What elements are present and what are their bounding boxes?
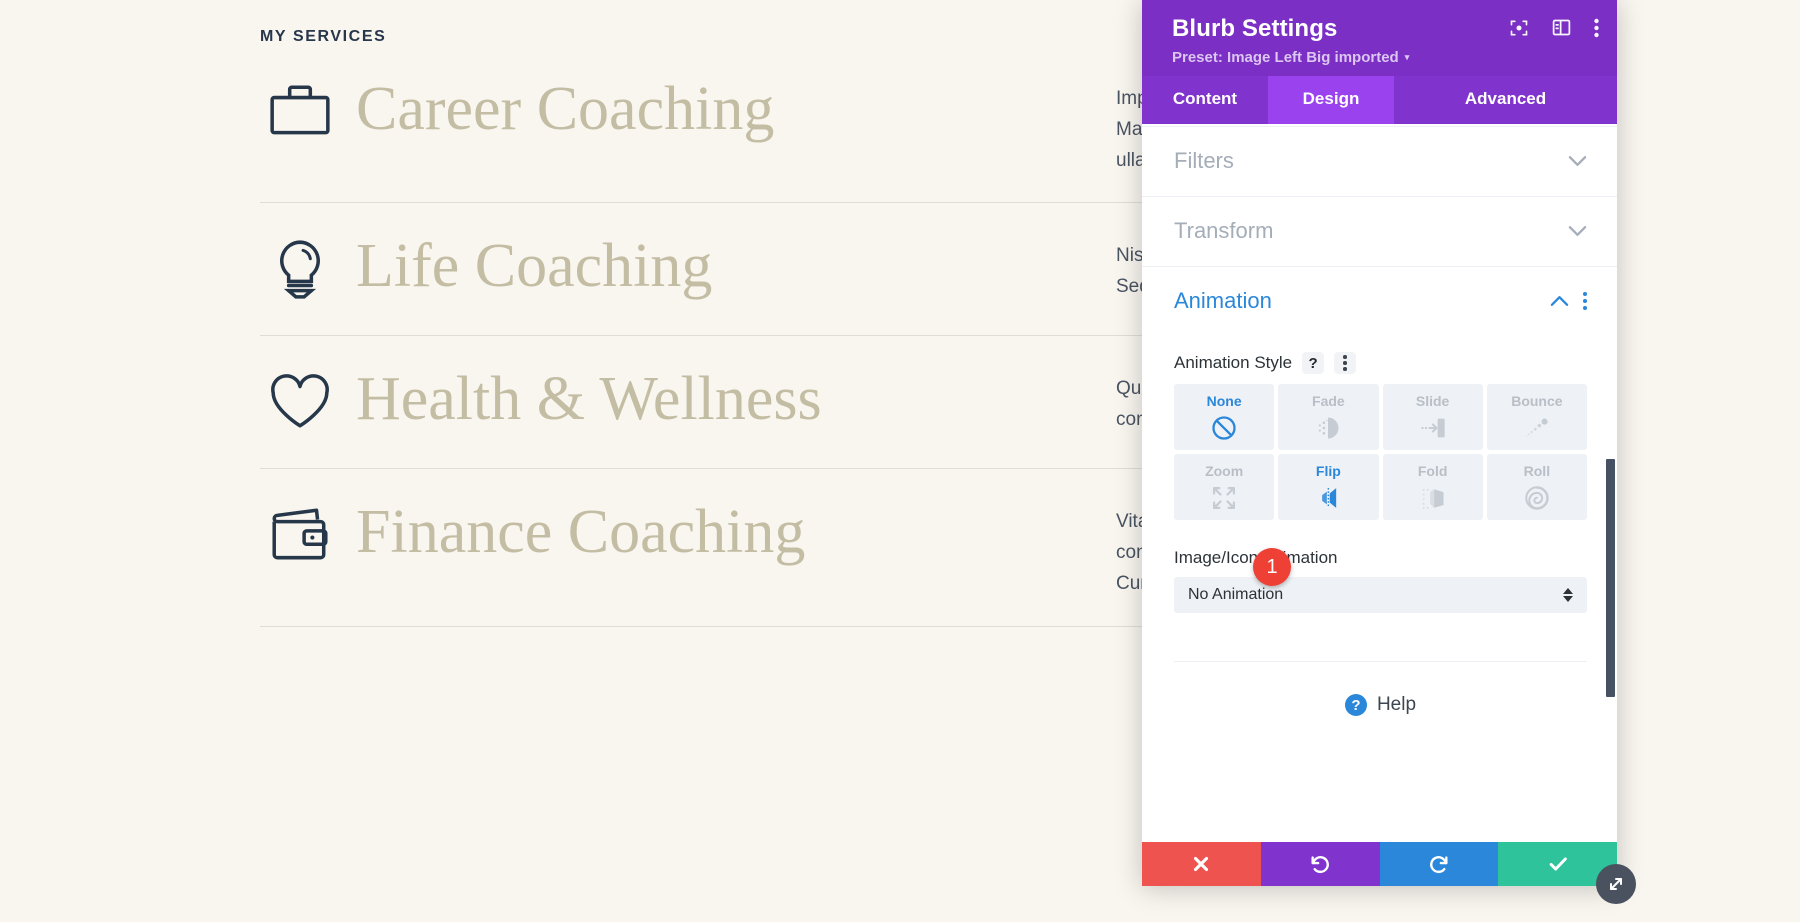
fold-icon [1422,488,1444,509]
briefcase-icon [260,72,340,152]
section-transform-controls [1568,225,1587,237]
chevron-up-icon[interactable] [1550,295,1569,307]
animation-option-flip[interactable]: Flip [1278,454,1379,520]
section-animation-kebab-icon[interactable] [1583,292,1587,310]
animation-style-label: Animation Style [1174,353,1293,372]
tab-design[interactable]: Design [1268,76,1394,124]
animation-option-label: None [1206,392,1242,409]
layout-panel-icon[interactable] [1551,17,1572,43]
no-entry-icon [1212,415,1236,440]
select-spinner-icon [1563,588,1573,602]
wallet-icon [260,495,340,575]
animation-option-label: Fade [1312,392,1345,409]
caret-down-icon [1563,596,1573,602]
section-filters-label: Filters [1174,148,1234,173]
animation-style-kebab-icon[interactable] [1334,352,1357,374]
caret-up-icon [1563,588,1573,594]
image-icon-animation-value: No Animation [1188,586,1284,603]
animation-option-label: Zoom [1205,462,1244,479]
section-filters[interactable]: Filters [1142,126,1617,196]
preset-label: Preset: Image Left Big imported [1172,49,1399,66]
check-icon [1549,857,1567,871]
x-icon [1194,856,1209,872]
bounce-icon [1525,418,1548,437]
section-filters-controls [1568,155,1587,167]
animation-option-none[interactable]: None [1174,384,1275,450]
service-title: Finance Coaching [356,498,806,567]
redo-button[interactable] [1379,842,1499,886]
heart-icon [260,362,340,442]
blurb-settings-modal: Blurb Settings Preset: Image Left Big im… [1142,0,1636,904]
vertical-scrollbar[interactable] [1606,459,1615,697]
undo-icon [1311,856,1330,874]
resize-handle[interactable] [1596,864,1636,904]
animation-option-roll[interactable]: Roll [1486,454,1587,520]
chevron-down-icon[interactable] [1568,225,1587,237]
animation-option-fade[interactable]: Fade [1278,384,1379,450]
animation-style-field-header: Animation Style ? [1174,352,1587,374]
service-title: Career Coaching [356,75,775,143]
help-question-icon[interactable]: ? [1302,352,1325,374]
redo-icon [1429,856,1448,874]
tab-content[interactable]: Content [1142,76,1268,124]
animation-option-label: Fold [1417,462,1448,479]
service-title: Life Coaching [356,232,713,301]
section-animation-controls [1550,292,1587,310]
animation-option-label: Flip [1315,462,1341,479]
kebab-menu-icon[interactable] [1594,18,1599,43]
animation-panel: Animation Style ? None Fade Slide Bounce… [1142,336,1617,716]
animation-style-grid: None Fade Slide Bounce Zoom Flip Fold Ro… [1174,384,1587,520]
flip-icon [1322,487,1337,508]
modal-header: Blurb Settings Preset: Image Left Big im… [1142,0,1617,76]
preset-selector[interactable]: Preset: Image Left Big imported ▾ [1172,49,1595,66]
section-animation-label: Animation [1174,288,1272,313]
service-title: Health & Wellness [356,365,822,434]
help-question-icon: ? [1344,694,1367,716]
modal-footer [1142,842,1617,886]
zoom-expand-icon [1213,486,1236,509]
animation-option-bounce[interactable]: Bounce [1486,384,1587,450]
roll-spiral-icon [1525,485,1549,510]
section-transform-label: Transform [1174,218,1274,243]
image-icon-animation-label: Image/Icon Animation [1174,548,1338,567]
tab-advanced[interactable]: Advanced [1394,76,1617,124]
slide-icon [1420,418,1445,437]
animation-option-slide[interactable]: Slide [1382,384,1483,450]
section-transform[interactable]: Transform [1142,196,1617,266]
section-animation[interactable]: Animation [1142,266,1617,336]
resize-diagonal-icon [1610,878,1622,890]
fade-icon [1319,417,1339,438]
focus-target-icon[interactable] [1509,18,1529,43]
help-link[interactable]: ? Help [1174,662,1587,716]
animation-option-label: Bounce [1511,392,1563,409]
image-icon-animation-select[interactable]: No Animation [1174,577,1587,613]
help-label: Help [1376,694,1417,715]
settings-scroll-area: Box Shadow Filters Transform Animation [1142,124,1617,842]
animation-option-label: Roll [1523,462,1551,479]
animation-option-zoom[interactable]: Zoom [1174,454,1275,520]
modal-tabs: Content Design Advanced [1142,76,1617,124]
modal-header-actions [1509,17,1599,43]
chevron-down-icon[interactable] [1568,155,1587,167]
animation-option-label: Slide [1415,392,1450,409]
cancel-button[interactable] [1142,842,1261,886]
chevron-down-icon: ▾ [1404,52,1410,62]
step-marker-1: 1 [1253,548,1291,586]
undo-button[interactable] [1260,842,1380,886]
animation-option-fold[interactable]: Fold [1382,454,1483,520]
lightbulb-icon [260,229,340,309]
screen: MY SERVICES Career Coaching Imperdiet Ma… [0,0,1800,922]
